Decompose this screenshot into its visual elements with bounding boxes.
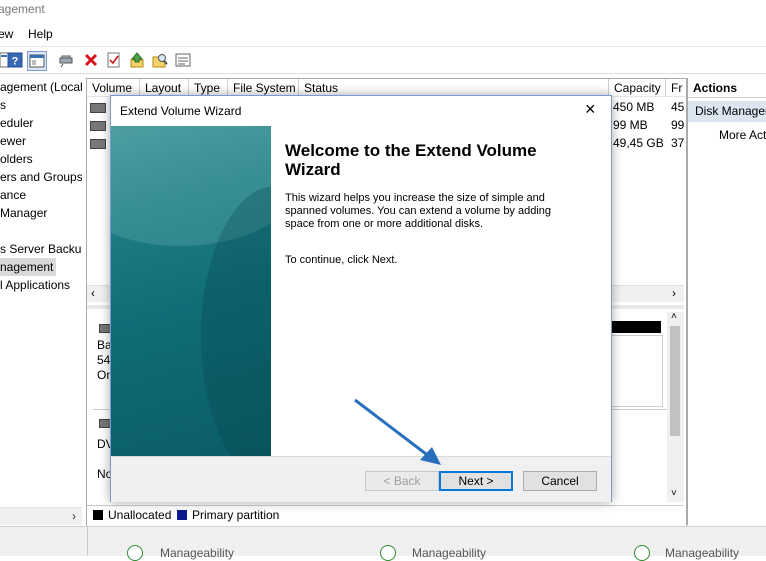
tree-item[interactable]: s	[0, 96, 6, 114]
search-icon[interactable]	[151, 51, 169, 69]
delete-icon[interactable]	[82, 51, 100, 69]
actions-disk-management[interactable]: Disk Manager	[688, 101, 766, 122]
annotation-arrow-icon	[354, 398, 441, 465]
column-capacity[interactable]: Capacity	[609, 79, 666, 97]
check-circle-icon	[127, 545, 143, 561]
chevron-right-icon[interactable]: ›	[72, 509, 76, 523]
check-icon[interactable]	[105, 51, 123, 69]
status-text: Manageability	[412, 546, 487, 560]
unallocated-swatch	[93, 510, 103, 520]
free-cell: 37	[671, 136, 685, 150]
cancel-button[interactable]: Cancel	[523, 471, 597, 491]
capacity-cell: 450 MB	[613, 100, 655, 114]
up-icon[interactable]	[128, 51, 146, 69]
legend-primary: Primary partition	[192, 508, 280, 522]
legend: Unallocated Primary partition	[87, 505, 684, 526]
tree-item[interactable]: s Server Backup	[0, 240, 82, 258]
connect-icon[interactable]	[58, 51, 76, 69]
tree-scrollbar[interactable]: ›	[0, 507, 82, 525]
menu-bar: ew Help	[0, 22, 766, 47]
actions-header: Actions	[688, 78, 766, 98]
status-text: Manageability	[665, 546, 740, 560]
volume-drive-icon	[90, 103, 106, 113]
primary-swatch	[177, 510, 187, 520]
show-hide-icon[interactable]	[27, 51, 47, 71]
svg-text:?: ?	[12, 56, 19, 68]
wizard-title: Extend Volume Wizard	[120, 104, 242, 118]
actions-pane: Actions Disk Manager More Act	[687, 78, 766, 525]
close-icon[interactable]: ×	[585, 99, 596, 119]
actions-more[interactable]: More Act	[719, 128, 766, 142]
tree-item-disk-management[interactable]: nagement	[0, 258, 57, 276]
chevron-up-icon[interactable]: ˄	[671, 311, 677, 322]
chevron-right-icon[interactable]: ›	[672, 286, 676, 300]
column-free[interactable]: Fr	[666, 79, 686, 97]
console-tree: agement (Local s eduler ewer olders ers …	[0, 76, 82, 526]
tree-item[interactable]: ewer	[0, 132, 26, 150]
check-circle-icon	[380, 545, 396, 561]
wizard-titlebar[interactable]: Extend Volume Wizard ×	[111, 96, 611, 126]
legend-unallocated: Unallocated	[108, 508, 172, 522]
wizard-heading: Welcome to the Extend Volume Wizard	[285, 141, 537, 179]
partition-box[interactable]	[609, 335, 663, 407]
chevron-left-icon[interactable]: ‹	[91, 286, 95, 300]
status-bar: Manageability Manageability Manageabilit…	[0, 526, 766, 561]
volume-drive-icon	[90, 121, 106, 131]
window-icon[interactable]	[174, 51, 192, 69]
back-button[interactable]: < Back	[365, 471, 439, 491]
menu-view[interactable]: ew	[0, 27, 13, 41]
tree-item[interactable]: ance	[0, 186, 26, 204]
tree-item[interactable]: ers and Groups	[0, 168, 82, 186]
wizard-side-banner	[111, 126, 271, 456]
help-icon[interactable]: ?	[6, 51, 24, 69]
tree-item[interactable]: Manager	[0, 204, 47, 222]
window-title: agement	[0, 2, 45, 16]
menu-help[interactable]: Help	[28, 27, 53, 41]
tree-item[interactable]: olders	[0, 150, 33, 168]
disk-vertical-scrollbar[interactable]: ˄ ˅	[667, 311, 684, 502]
window-titlebar: agement	[0, 0, 766, 22]
wizard-description: This wizard helps you increase the size …	[285, 192, 552, 230]
chevron-down-icon[interactable]: ˅	[671, 488, 677, 499]
status-text: Manageability	[160, 546, 235, 560]
free-cell: 45	[671, 100, 685, 114]
toolbar: ?	[0, 47, 766, 74]
volume-drive-icon	[90, 139, 106, 149]
capacity-cell: 99 MB	[613, 118, 648, 132]
scroll-thumb[interactable]	[670, 326, 680, 436]
free-cell: 99	[671, 118, 685, 132]
next-button[interactable]: Next >	[439, 471, 513, 491]
tree-item[interactable]: agement (Local	[0, 78, 82, 96]
tree-item[interactable]: eduler	[0, 114, 33, 132]
capacity-cell: 49,45 GB	[613, 136, 664, 150]
wizard-continue-text: To continue, click Next.	[285, 254, 398, 266]
partition-bar	[609, 321, 661, 333]
check-circle-icon	[634, 545, 650, 561]
tree-item[interactable]: l Applications	[0, 276, 70, 294]
